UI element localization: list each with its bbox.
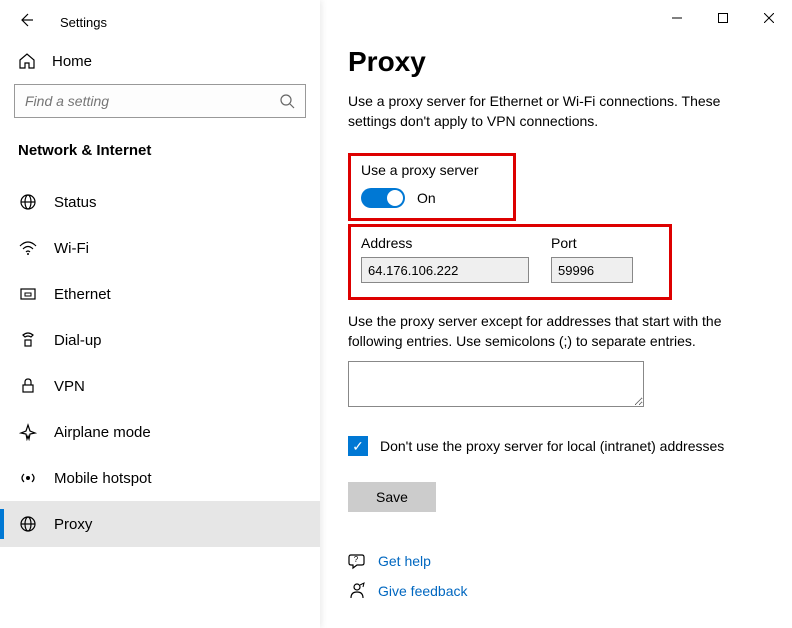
main-content: Proxy Use a proxy server for Ethernet or…: [320, 0, 792, 628]
exceptions-description: Use the proxy server except for addresse…: [348, 312, 764, 351]
sidebar-item-wifi[interactable]: Wi-Fi: [0, 225, 320, 271]
sidebar-item-label: VPN: [54, 378, 85, 395]
back-button[interactable]: [18, 12, 34, 33]
sidebar-home[interactable]: Home: [0, 44, 320, 80]
section-heading: Network & Internet: [0, 136, 320, 179]
dialup-icon: [18, 330, 38, 350]
status-icon: [18, 192, 38, 212]
sidebar-item-label: Status: [54, 194, 97, 211]
hotspot-icon: [18, 468, 38, 488]
toggle-knob: [387, 190, 403, 206]
use-proxy-label: Use a proxy server: [361, 162, 503, 178]
home-label: Home: [52, 53, 92, 70]
toggle-state: On: [417, 190, 436, 206]
local-bypass-label: Don't use the proxy server for local (in…: [380, 438, 724, 454]
page-description: Use a proxy server for Ethernet or Wi-Fi…: [348, 92, 758, 131]
window-title: Settings: [60, 15, 107, 30]
page-title: Proxy: [348, 46, 764, 78]
address-label: Address: [361, 235, 529, 251]
home-icon: [18, 52, 36, 70]
search-icon: [279, 93, 295, 109]
sidebar-item-hotspot[interactable]: Mobile hotspot: [0, 455, 320, 501]
help-link[interactable]: Get help: [378, 553, 431, 569]
sidebar-item-ethernet[interactable]: Ethernet: [0, 271, 320, 317]
svg-text:?: ?: [354, 555, 359, 564]
use-proxy-toggle[interactable]: [361, 188, 405, 208]
ethernet-icon: [18, 284, 38, 304]
proxy-icon: [18, 514, 38, 534]
sidebar-item-vpn[interactable]: VPN: [0, 363, 320, 409]
wifi-icon: [18, 238, 38, 258]
sidebar-item-label: Proxy: [54, 516, 92, 533]
feedback-link[interactable]: Give feedback: [378, 583, 468, 599]
port-input[interactable]: [551, 257, 633, 283]
sidebar-item-label: Wi-Fi: [54, 240, 89, 257]
address-input[interactable]: [361, 257, 529, 283]
sidebar: Settings Home Network & Internet Status …: [0, 0, 320, 628]
save-button[interactable]: Save: [348, 482, 436, 512]
sidebar-item-status[interactable]: Status: [0, 179, 320, 225]
sidebar-item-label: Ethernet: [54, 286, 111, 303]
local-bypass-checkbox[interactable]: ✓: [348, 436, 368, 456]
vpn-icon: [18, 376, 38, 396]
sidebar-item-label: Dial-up: [54, 332, 102, 349]
feedback-icon: [348, 582, 366, 600]
port-label: Port: [551, 235, 633, 251]
sidebar-item-dialup[interactable]: Dial-up: [0, 317, 320, 363]
exceptions-input[interactable]: [348, 361, 644, 407]
sidebar-item-label: Airplane mode: [54, 424, 151, 441]
help-icon: ?: [348, 552, 366, 570]
checkmark-icon: ✓: [352, 438, 364, 455]
sidebar-item-label: Mobile hotspot: [54, 470, 152, 487]
highlight-address-port: Address Port: [348, 224, 672, 300]
airplane-icon: [18, 422, 38, 442]
search-input-container[interactable]: [14, 84, 306, 118]
highlight-use-proxy: Use a proxy server On: [348, 153, 516, 221]
search-input[interactable]: [25, 93, 279, 109]
sidebar-item-proxy[interactable]: Proxy: [0, 501, 320, 547]
sidebar-item-airplane[interactable]: Airplane mode: [0, 409, 320, 455]
